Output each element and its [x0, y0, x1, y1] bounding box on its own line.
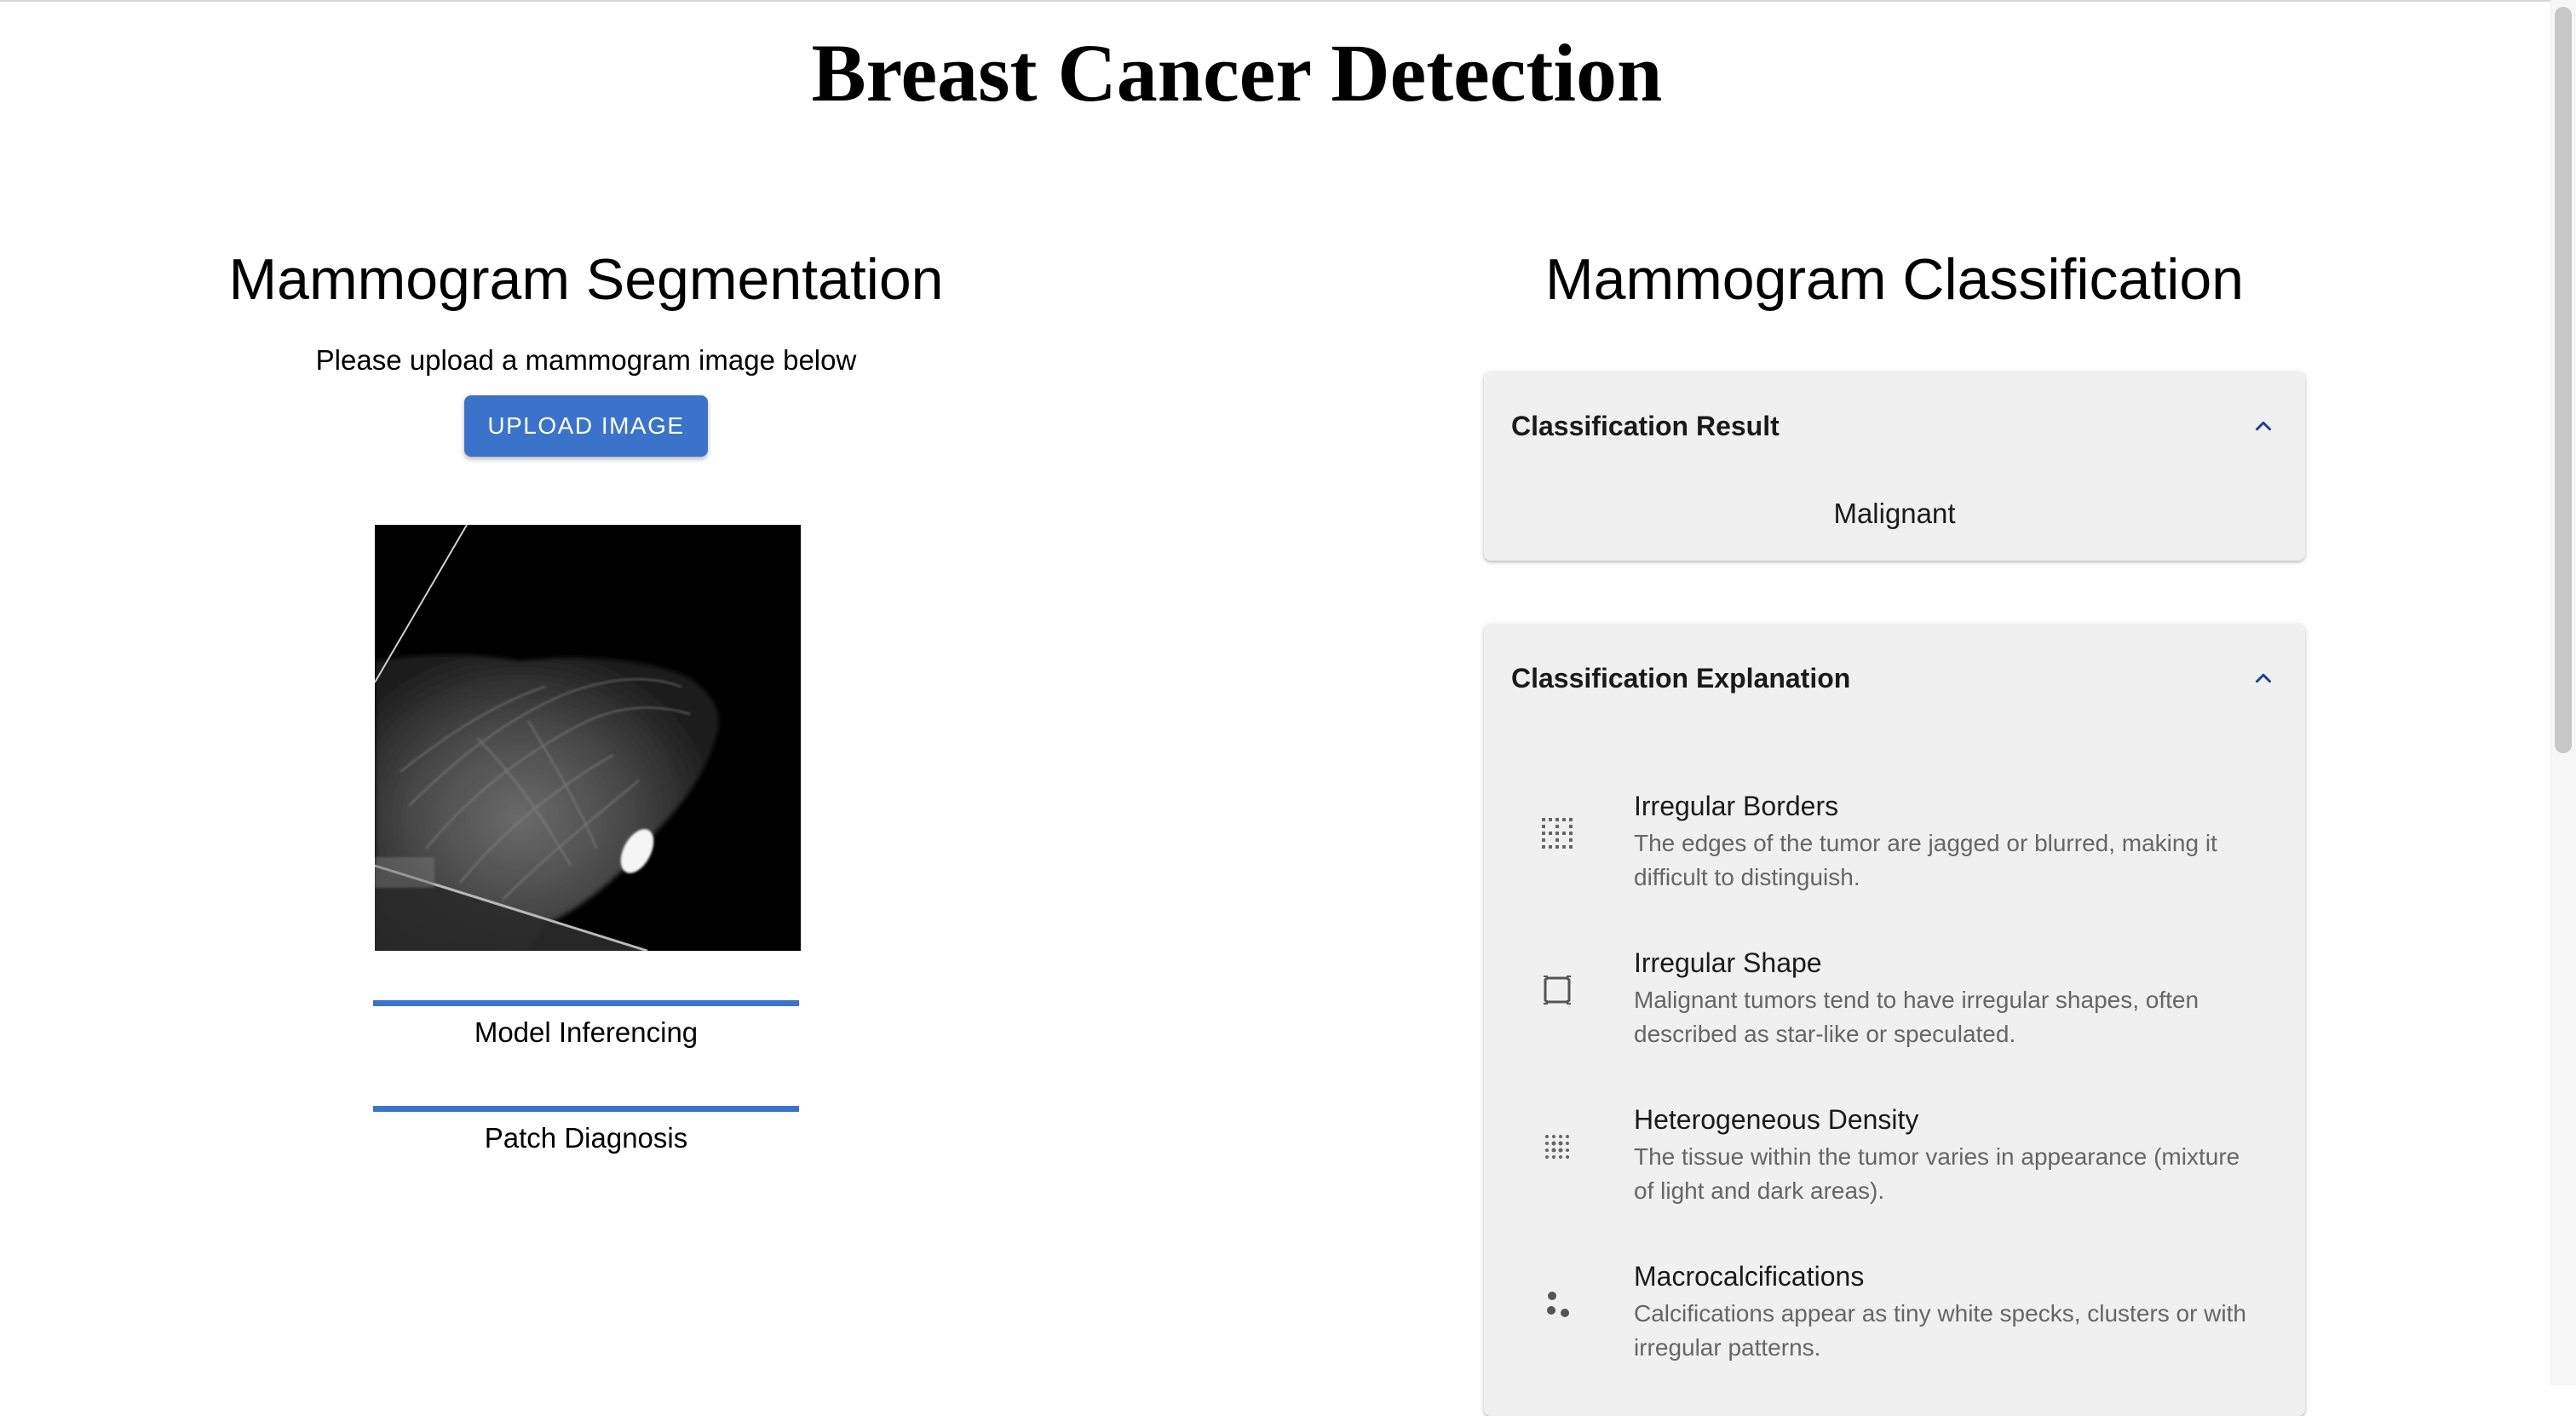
explanation-item-description: Calcifications appear as tiny white spec… — [1634, 1300, 2246, 1361]
explanation-item-irregular-borders: Irregular Borders The edges of the tumor… — [1484, 789, 2305, 925]
explanation-item-name: Macrocalcifications — [1634, 1261, 1865, 1292]
patch-diagnosis-progress-bar — [373, 1106, 799, 1112]
model-inferencing-label: Model Inferencing — [474, 1016, 699, 1048]
upload-image-button[interactable]: UPLOAD IMAGE — [464, 395, 708, 457]
classification-title: Mammogram Classification — [1545, 247, 2244, 312]
explanation-item-name: Irregular Borders — [1634, 791, 1839, 821]
segmentation-title: Mammogram Segmentation — [228, 247, 944, 312]
explanation-item-description: The tissue within the tumor varies in ap… — [1634, 1143, 2240, 1204]
scrollbar-thumb[interactable] — [2555, 7, 2572, 753]
chevron-up-icon[interactable] — [2251, 413, 2276, 439]
classification-result-value: Malignant — [1833, 498, 1956, 529]
explanation-item-heterogeneous-density: Heterogeneous Density The tissue within … — [1484, 1102, 2305, 1239]
page-title: Breast Cancer Detection — [811, 27, 1663, 118]
model-inferencing-progress-bar — [373, 1000, 799, 1006]
scatter-dots-icon — [1547, 1292, 1569, 1317]
explanation-item-name: Irregular Shape — [1634, 947, 1822, 978]
classification-explanation-header[interactable]: Classification Explanation — [1511, 661, 1850, 695]
density-dots-icon — [1545, 1135, 1569, 1159]
explanation-item-macrocalcifications: Macrocalcifications Calcifications appea… — [1484, 1259, 2305, 1396]
grid-dots-icon — [1542, 818, 1573, 849]
irregular-shape-icon — [1544, 976, 1571, 1004]
explanation-item-name: Heterogeneous Density — [1634, 1104, 1919, 1135]
classification-explanation-panel: Classification Explanation Irregular Bor… — [1484, 624, 2305, 1416]
classification-result-panel: Classification Result Malignant — [1484, 371, 2305, 561]
mammogram-image — [375, 525, 801, 951]
explanation-item-description: The edges of the tumor are jagged or blu… — [1634, 830, 2217, 890]
classification-result-header[interactable]: Classification Result — [1511, 409, 1780, 443]
explanation-item-description: Malignant tumors tend to have irregular … — [1634, 987, 2199, 1047]
chevron-up-icon[interactable] — [2251, 665, 2276, 691]
explanation-item-irregular-shape: Irregular Shape Malignant tumors tend to… — [1484, 946, 2305, 1082]
upload-prompt: Please upload a mammogram image below — [315, 344, 857, 376]
top-border — [0, 0, 2576, 2]
patch-diagnosis-label: Patch Diagnosis — [484, 1122, 688, 1154]
